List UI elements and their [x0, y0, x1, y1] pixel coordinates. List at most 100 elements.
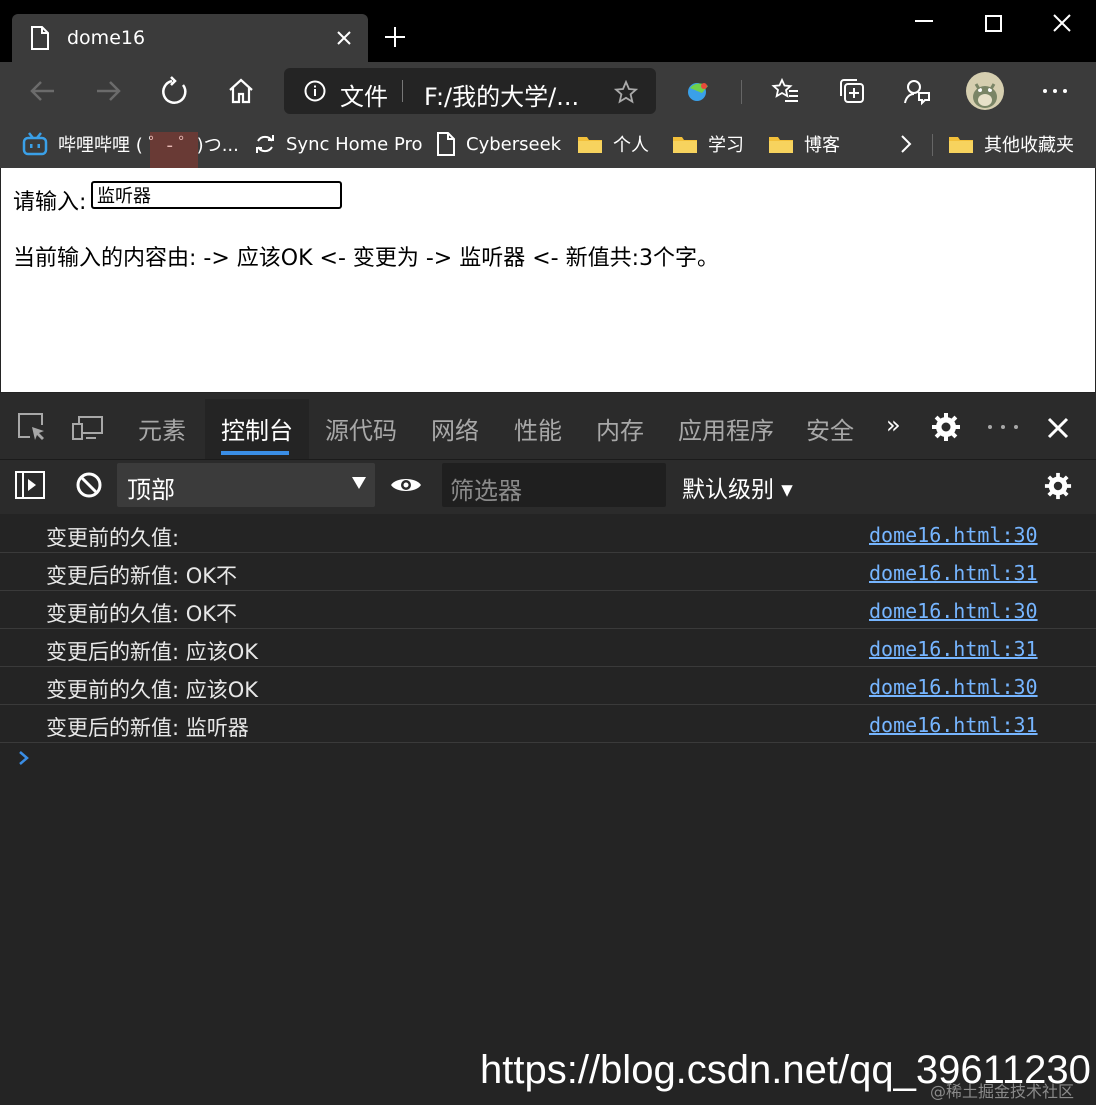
console-source-link[interactable]: dome16.html:30 — [869, 523, 1038, 547]
address-bar[interactable]: 文件 F:/我的大学/... — [284, 68, 656, 114]
console-message: 变更后的新值: 应该OK — [46, 640, 259, 664]
folder-icon — [673, 137, 697, 153]
favorites-list-icon[interactable] — [771, 76, 801, 106]
page-icon — [30, 26, 50, 50]
text-input[interactable] — [91, 181, 342, 209]
console-source-link[interactable]: dome16.html:31 — [869, 637, 1038, 661]
console-toolbar: 顶部 筛选器 默认级别 ▾ — [0, 459, 1096, 514]
console-row: 变更后的新值: 监听器 dome16.html:31 — [0, 705, 1096, 743]
collections-icon[interactable] — [837, 76, 867, 106]
clear-console-icon[interactable] — [75, 471, 103, 499]
live-expression-eye-icon[interactable] — [390, 475, 422, 495]
tab-security[interactable]: 安全 — [806, 411, 854, 446]
address-url[interactable]: F:/我的大学/... — [424, 77, 579, 112]
tab-console[interactable]: 控制台 — [221, 411, 293, 446]
favorite-label: 博客 — [804, 135, 840, 156]
favorite-label: 个人 — [613, 135, 649, 156]
minimize-icon[interactable] — [915, 19, 935, 23]
devtools-tab-bar: 元素 控制台 源代码 网络 性能 内存 应用程序 安全 » — [0, 393, 1096, 459]
address-scheme: 文件 — [340, 83, 388, 111]
page-icon — [437, 132, 455, 156]
favorite-label: 哔哩哔哩 ( ゜- ゜)つ... — [58, 135, 239, 156]
forward-arrow-icon[interactable] — [93, 76, 123, 106]
more-tabs-button[interactable]: » — [886, 411, 901, 439]
console-row: 变更后的新值: 应该OK dome16.html:31 — [0, 629, 1096, 667]
title-bar: dome16 — [0, 0, 1096, 62]
folder-icon — [769, 137, 793, 153]
dropdown-arrow-icon — [352, 477, 366, 489]
filter-placeholder: 筛选器 — [450, 477, 522, 505]
new-tab-icon[interactable] — [383, 25, 407, 49]
extension-icon[interactable] — [684, 76, 714, 106]
favorite-label: Sync Home Pro — [286, 133, 423, 155]
context-select[interactable]: 顶部 — [117, 463, 375, 507]
favorite-folder-other[interactable]: 其他收藏夹 — [948, 128, 1074, 160]
favorite-label: 其他收藏夹 — [984, 135, 1074, 156]
active-tab-underline — [221, 451, 289, 455]
favorite-label: Cyberseek — [466, 133, 562, 155]
address-divider — [402, 80, 403, 102]
device-toolbar-icon[interactable] — [72, 415, 104, 441]
chevron-right-icon[interactable] — [898, 133, 914, 155]
favorite-label: 学习 — [708, 135, 744, 156]
tab-close-icon[interactable] — [334, 28, 354, 48]
console-message: 变更前的久值: 应该OK — [46, 678, 259, 702]
maximize-icon[interactable] — [985, 15, 1003, 33]
toolbar-divider — [741, 80, 742, 104]
devtools-close-icon[interactable] — [1047, 417, 1069, 439]
tab-application[interactable]: 应用程序 — [678, 411, 774, 446]
sidebar-toggle-icon[interactable] — [15, 471, 45, 499]
folder-icon — [578, 137, 602, 153]
refresh-icon[interactable] — [160, 76, 190, 106]
console-message: 变更前的久值: OK不 — [46, 602, 238, 626]
inspect-element-icon[interactable] — [16, 411, 48, 443]
result-text: 当前输入的内容由: -> 应该OK <- 变更为 -> 监听器 <- 新值共:3… — [13, 246, 719, 271]
devtools-panel: 元素 控制台 源代码 网络 性能 内存 应用程序 安全 » 顶部 筛选器 默认级… — [0, 393, 1096, 1105]
tab-performance[interactable]: 性能 — [514, 411, 562, 446]
console-source-link[interactable]: dome16.html:30 — [869, 675, 1038, 699]
add-favorite-star-icon[interactable] — [614, 80, 638, 104]
search-overlay-icon — [150, 132, 198, 172]
window-close-icon[interactable] — [1053, 14, 1071, 32]
console-source-link[interactable]: dome16.html:30 — [869, 599, 1038, 623]
tab-network[interactable]: 网络 — [431, 411, 479, 446]
console-source-link[interactable]: dome16.html:31 — [869, 561, 1038, 585]
tab-title: dome16 — [67, 27, 146, 49]
favorites-bar: 哔哩哔哩 ( ゜- ゜)つ... Sync Home Pro Cyberseek… — [0, 120, 1096, 172]
page-viewport: 请输入: 当前输入的内容由: -> 应该OK <- 变更为 -> 监听器 <- … — [1, 168, 1095, 392]
console-row: 变更前的久值: dome16.html:30 — [0, 515, 1096, 553]
favorite-bilibili[interactable]: 哔哩哔哩 ( ゜- ゜)つ... — [22, 128, 239, 160]
back-arrow-icon[interactable] — [28, 76, 58, 106]
console-source-link[interactable]: dome16.html:31 — [869, 713, 1038, 737]
info-icon[interactable] — [304, 80, 326, 102]
context-value: 顶部 — [127, 476, 175, 504]
settings-gear-icon[interactable] — [931, 412, 961, 442]
sync-icon — [256, 135, 274, 153]
favorite-folder-study[interactable]: 学习 — [672, 128, 744, 160]
console-row: 变更后的新值: OK不 dome16.html:31 — [0, 553, 1096, 591]
bilibili-icon — [22, 132, 48, 156]
console-message: 变更后的新值: 监听器 — [46, 716, 249, 740]
customize-menu-icon[interactable] — [986, 424, 1020, 430]
browser-toolbar: 文件 F:/我的大学/... — [0, 62, 1096, 120]
more-menu-icon[interactable] — [1040, 76, 1070, 106]
tab-sources[interactable]: 源代码 — [325, 411, 397, 446]
tab-memory[interactable]: 内存 — [596, 411, 644, 446]
favorites-divider — [932, 134, 933, 156]
avatar[interactable] — [966, 72, 1004, 110]
favorite-folder-personal[interactable]: 个人 — [577, 128, 649, 160]
favorite-folder-blog[interactable]: 博客 — [768, 128, 840, 160]
browser-tab[interactable]: dome16 — [12, 14, 368, 62]
favorite-sync-home-pro[interactable]: Sync Home Pro — [254, 128, 423, 160]
console-settings-gear-icon[interactable] — [1044, 472, 1072, 500]
console-message: 变更前的久值: — [46, 526, 180, 550]
log-levels-dropdown[interactable]: 默认级别 ▾ — [682, 470, 793, 504]
input-label: 请输入: — [13, 190, 87, 215]
filter-input[interactable]: 筛选器 — [442, 463, 666, 507]
console-message: 变更后的新值: OK不 — [46, 564, 238, 588]
home-icon[interactable] — [226, 76, 256, 106]
console-prompt-chevron-icon[interactable] — [17, 749, 31, 767]
feedback-icon[interactable] — [902, 76, 932, 106]
favorite-cyberseek[interactable]: Cyberseek — [436, 128, 561, 160]
tab-elements[interactable]: 元素 — [138, 411, 186, 446]
